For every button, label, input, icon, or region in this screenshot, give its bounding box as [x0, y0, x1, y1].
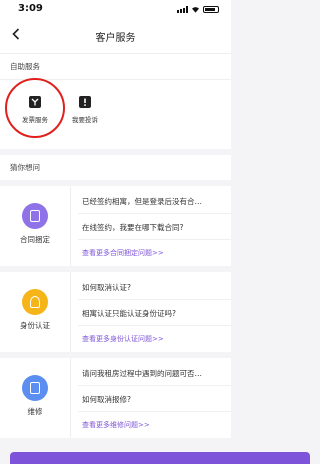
question-item[interactable]: 如何取消报修?	[82, 394, 225, 405]
category-identity[interactable]: 身份认证	[0, 272, 71, 352]
divider	[78, 299, 231, 300]
more-questions-link[interactable]: 查看更多维修问题>>	[82, 420, 150, 430]
category-card-contract: 合同捆定 已经签约相寓，但是登录后没有合… 在线签约，我要在哪下载合同? 查看更…	[0, 186, 231, 266]
battery-icon	[203, 6, 219, 13]
self-service-heading: 自助服务	[0, 54, 231, 79]
divider	[78, 213, 231, 214]
more-questions-link[interactable]: 查看更多合同捆定问题>>	[82, 248, 164, 258]
category-label: 合同捆定	[20, 235, 50, 244]
page-title: 客户服务	[95, 33, 136, 44]
category-repair[interactable]: 维修	[0, 358, 71, 438]
guess-heading: 猜你想问	[0, 149, 231, 180]
question-item[interactable]: 如何取消认证?	[82, 282, 225, 293]
question-item[interactable]: 相寓认证只能认证身份证吗?	[82, 308, 225, 319]
category-label: 身份认证	[20, 321, 50, 330]
identity-icon	[22, 289, 48, 315]
complaint-button[interactable]: 我要投诉	[65, 88, 105, 124]
category-contract[interactable]: 合同捆定	[0, 186, 71, 266]
bottom-action-button[interactable]	[10, 452, 310, 464]
status-bar: 3:09	[0, 0, 231, 20]
divider	[78, 325, 231, 326]
more-questions-link[interactable]: 查看更多身份认证问题>>	[82, 334, 164, 344]
category-card-repair: 维修 请问我租房过程中遇到的问题可否… 如何取消报修? 查看更多维修问题>>	[0, 358, 231, 438]
repair-icon	[22, 375, 48, 401]
status-icons	[177, 6, 219, 13]
question-item[interactable]: 请问我租房过程中遇到的问题可否…	[82, 368, 225, 379]
category-label: 维修	[27, 407, 43, 416]
category-card-identity: 身份认证 如何取消认证? 相寓认证只能认证身份证吗? 查看更多身份认证问题>>	[0, 272, 231, 352]
red-circle-annotation	[5, 78, 65, 138]
contract-icon	[22, 203, 48, 229]
divider	[78, 411, 231, 412]
complaint-label: 我要投诉	[72, 116, 98, 124]
self-service-panel: 发票服务 我要投诉	[0, 78, 231, 149]
signal-icon	[177, 6, 188, 13]
question-item[interactable]: 在线签约，我要在哪下载合同?	[82, 222, 225, 233]
status-time: 3:09	[18, 3, 43, 14]
divider	[78, 239, 231, 240]
complaint-icon	[79, 96, 91, 108]
nav-bar: 客户服务	[0, 20, 231, 54]
wifi-icon	[192, 7, 199, 13]
question-item[interactable]: 已经签约相寓，但是登录后没有合…	[82, 196, 225, 207]
divider	[78, 385, 231, 386]
